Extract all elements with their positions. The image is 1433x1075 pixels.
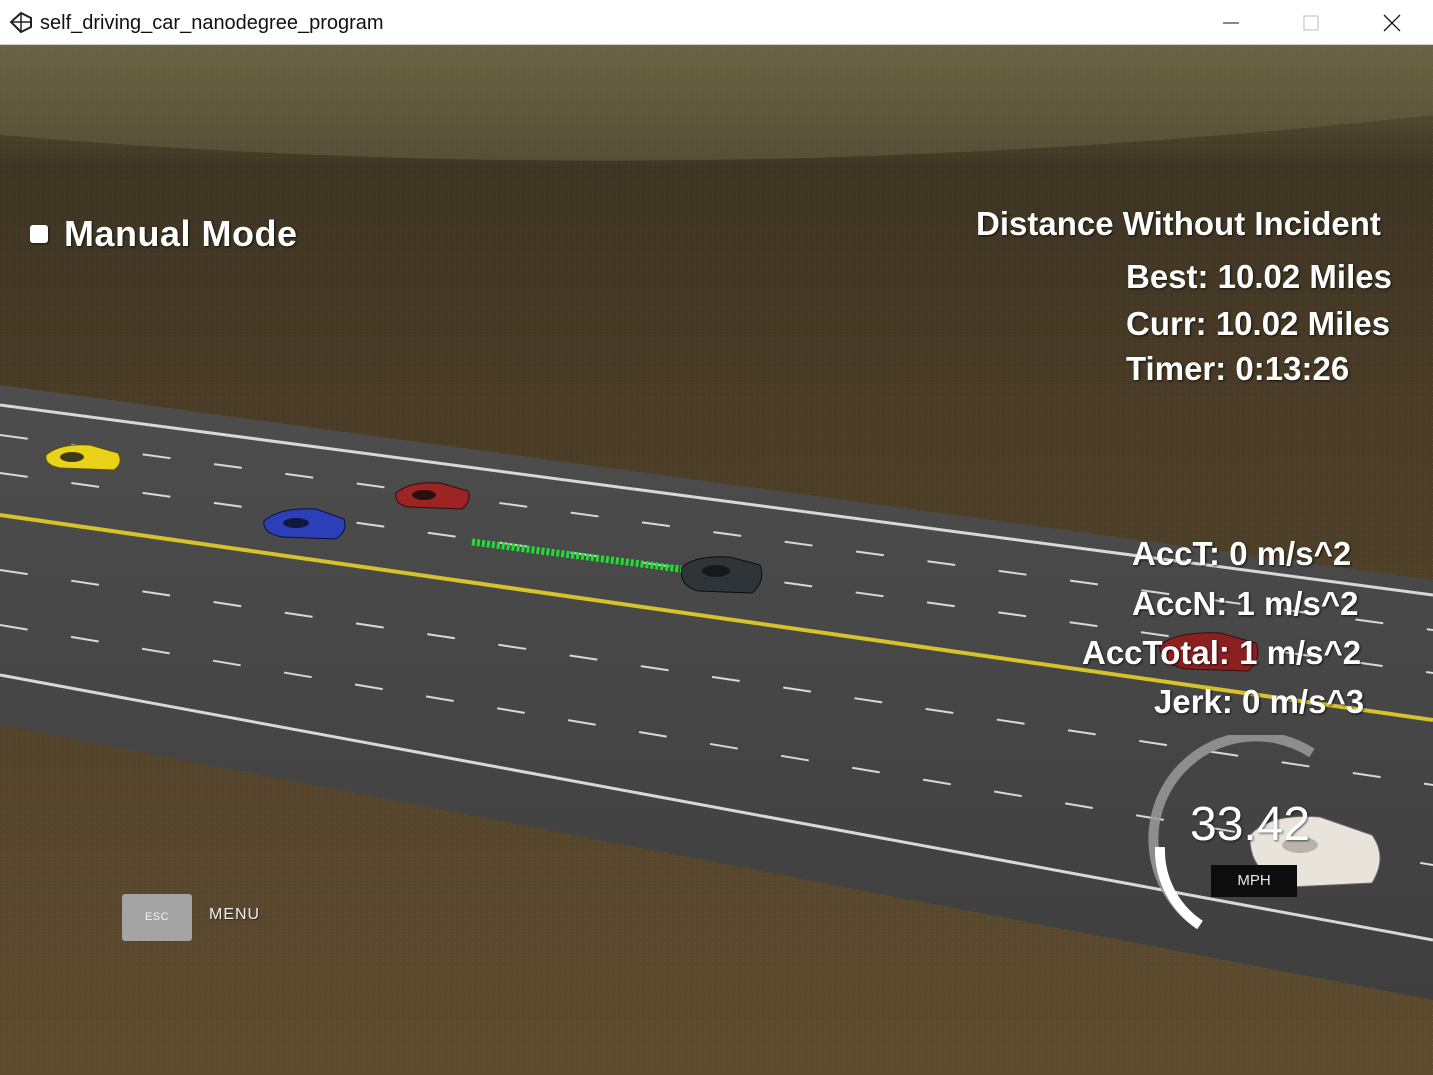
manual-mode-checkbox[interactable] bbox=[30, 225, 48, 243]
minimize-icon bbox=[1223, 22, 1239, 24]
speedometer-fill bbox=[1154, 846, 1203, 930]
distance-title: Distance Without Incident bbox=[976, 205, 1381, 242]
timer: Timer: 0:13:26 bbox=[1126, 350, 1350, 387]
menu-label[interactable]: MENU bbox=[209, 906, 260, 924]
acc-total: AccTotal: 1 m/s^2 bbox=[1082, 634, 1362, 671]
maximize-icon bbox=[1303, 15, 1319, 31]
window-titlebar: self_driving_car_nanodegree_program bbox=[0, 0, 1433, 45]
best-distance: Best: 10.02 Miles bbox=[1126, 258, 1392, 295]
unity-icon bbox=[9, 11, 32, 34]
current-distance: Curr: 10.02 Miles bbox=[1126, 305, 1391, 342]
speed-value: 33.42 bbox=[1190, 798, 1311, 851]
close-button[interactable] bbox=[1352, 0, 1432, 45]
jerk: Jerk: 0 m/s^3 bbox=[1154, 683, 1365, 720]
manual-mode-label: Manual Mode bbox=[64, 213, 298, 254]
speed-unit: MPH bbox=[1211, 865, 1297, 897]
maximize-button[interactable] bbox=[1271, 0, 1351, 45]
acc-tangential: AccT: 0 m/s^2 bbox=[1132, 535, 1352, 572]
ego-car bbox=[680, 556, 763, 594]
acc-normal: AccN: 1 m/s^2 bbox=[1132, 585, 1359, 622]
close-icon bbox=[1383, 14, 1401, 32]
simulator-viewport: Manual Mode Distance Without Incident Be… bbox=[0, 45, 1433, 1075]
esc-button[interactable]: ESC bbox=[122, 894, 192, 941]
window-title: self_driving_car_nanodegree_program bbox=[40, 12, 384, 34]
minimize-button[interactable] bbox=[1191, 0, 1271, 45]
manual-mode-toggle[interactable]: Manual Mode bbox=[30, 213, 298, 255]
